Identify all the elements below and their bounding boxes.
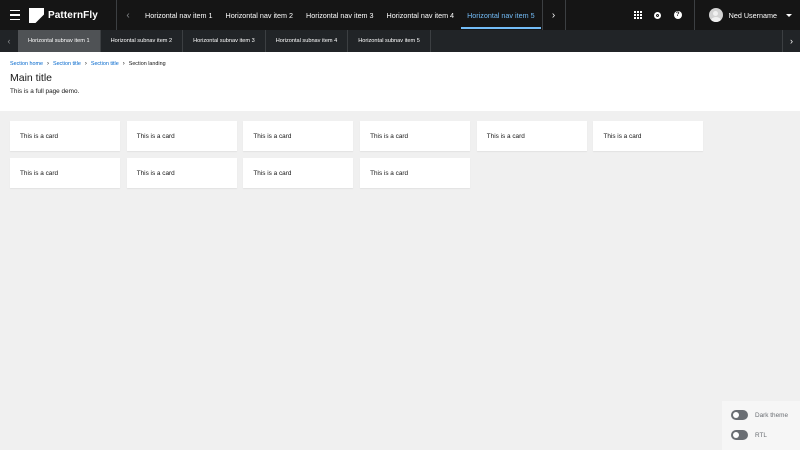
horizontal-nav-item-5[interactable]: Horizontal nav item 5 (461, 0, 541, 30)
hamburger-menu-icon[interactable] (0, 0, 28, 30)
page-title: Main title (10, 72, 53, 84)
breadcrumb-section-title-2[interactable]: Section title (91, 61, 119, 67)
subnav-scroll-left-button[interactable]: ‹ (0, 30, 18, 52)
dark-theme-label: Dark theme (755, 411, 789, 419)
horizontal-nav-item-3[interactable]: Horizontal nav item 3 (300, 0, 380, 30)
page-header-section: Section home › Section title › Section t… (0, 52, 800, 111)
subnav-item-4[interactable]: Horizontal subnav item 4 (266, 30, 349, 52)
rtl-label: RTL (755, 431, 767, 439)
horizontal-nav-item-2[interactable]: Horizontal nav item 2 (220, 0, 300, 30)
card-3: This is a card (243, 121, 354, 151)
app-launcher-grid-icon[interactable] (628, 0, 648, 30)
subnav-item-3[interactable]: Horizontal subnav item 3 (183, 30, 266, 52)
rtl-switch-row: RTL (731, 429, 800, 441)
nav-scroll-right-button[interactable]: › (543, 0, 565, 30)
card-5: This is a card (476, 121, 587, 151)
cog-icon[interactable] (648, 0, 668, 30)
breadcrumb-section-home[interactable]: Section home (10, 61, 43, 67)
page-description: This is a full page demo. (10, 88, 80, 95)
horizontal-nav-item-1[interactable]: Horizontal nav item 1 (139, 0, 219, 30)
masthead: PatternFly ‹ Horizontal nav item 1 Horiz… (0, 0, 800, 30)
question-circle-icon[interactable]: ? (668, 0, 688, 30)
subnav-item-1[interactable]: Horizontal subnav item 1 (18, 30, 101, 52)
dark-theme-switch-row: Dark theme (731, 409, 800, 421)
horizontal-subnav: ‹ Horizontal subnav item 1 Horizontal su… (0, 30, 800, 52)
card-2: This is a card (126, 121, 237, 151)
nav-scroll-left-button[interactable]: ‹ (117, 0, 139, 30)
subnav-item-2[interactable]: Horizontal subnav item 2 (101, 30, 184, 52)
chevron-right-icon: › (122, 60, 125, 67)
masthead-tools: ? Ned Username (628, 0, 800, 30)
user-dropdown[interactable]: Ned Username (701, 0, 800, 30)
card-4: This is a card (360, 121, 471, 151)
brand-logo[interactable]: PatternFly (28, 0, 116, 30)
card-6: This is a card (593, 121, 704, 151)
horizontal-nav-item-4[interactable]: Horizontal nav item 4 (381, 0, 461, 30)
dark-theme-toggle[interactable] (731, 410, 748, 420)
caret-down-icon (786, 13, 792, 17)
card-9: This is a card (243, 158, 354, 188)
subnav-scroll-right-button[interactable]: › (782, 30, 800, 52)
chevron-right-icon: › (84, 60, 87, 67)
breadcrumb-current: Section landing (128, 60, 166, 67)
chevron-right-icon: › (46, 60, 49, 67)
patternfly-logo-icon (29, 7, 44, 23)
card-1: This is a card (10, 121, 120, 151)
brand-name: PatternFly (48, 9, 98, 21)
breadcrumb-section-title-1[interactable]: Section title (53, 61, 81, 67)
card-10: This is a card (360, 158, 471, 188)
avatar (708, 8, 723, 22)
nav-end-divider (564, 0, 566, 30)
card-gallery: This is a card This is a card This is a … (10, 121, 704, 188)
theme-switcher-panel: Dark theme RTL (722, 401, 800, 450)
rtl-toggle[interactable] (731, 430, 748, 440)
tools-divider (693, 0, 695, 30)
breadcrumb: Section home › Section title › Section t… (10, 59, 790, 68)
user-name: Ned Username (728, 10, 777, 20)
card-7: This is a card (10, 158, 120, 188)
subnav-item-5[interactable]: Horizontal subnav item 5 (348, 30, 431, 52)
horizontal-nav: Horizontal nav item 1 Horizontal nav ite… (139, 0, 542, 30)
card-8: This is a card (126, 158, 237, 188)
